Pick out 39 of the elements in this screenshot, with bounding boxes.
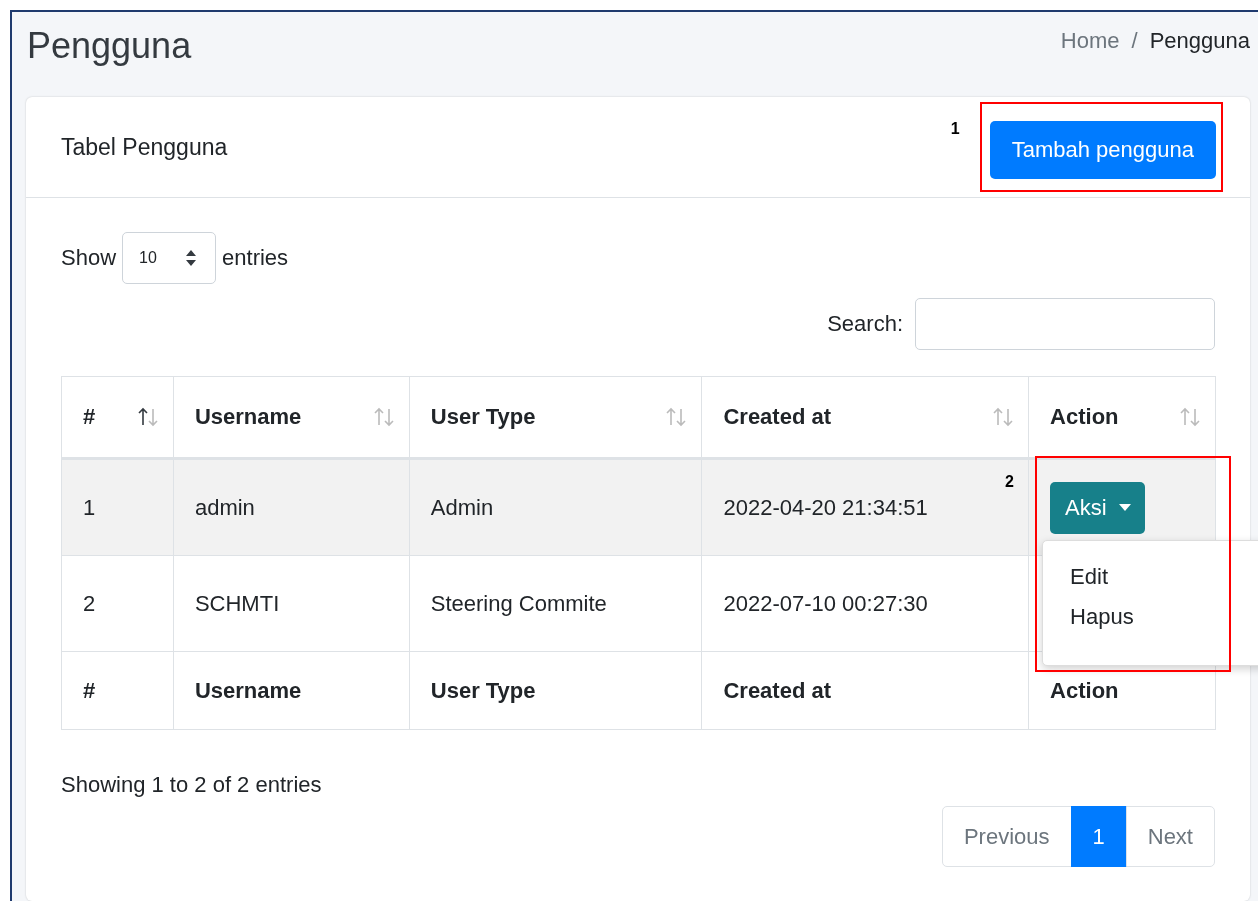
- column-header[interactable]: Action: [1050, 404, 1119, 430]
- column-header[interactable]: Username: [194, 404, 302, 430]
- entries-info: Showing 1 to 2 of 2 entries: [61, 772, 323, 798]
- column-header[interactable]: User Type: [430, 404, 536, 430]
- entries-select[interactable]: 10: [122, 232, 217, 284]
- annotation-number: 1: [950, 120, 960, 138]
- show-label: Show: [61, 245, 117, 271]
- column-header[interactable]: #: [83, 404, 96, 430]
- entries-label: entries: [222, 245, 289, 271]
- table-cell: Admin: [430, 494, 494, 520]
- table-cell: SCHMTI: [194, 590, 280, 616]
- table-cell: admin: [194, 494, 255, 520]
- page-title: Pengguna: [27, 25, 192, 67]
- column-footer: Created at: [723, 677, 832, 703]
- column-footer: #: [83, 677, 96, 703]
- column-header[interactable]: Created at: [723, 404, 832, 430]
- action-dropdown-button[interactable]: Aksi: [1050, 481, 1145, 534]
- search-field[interactable]: [915, 298, 1215, 350]
- breadcrumb-item[interactable]: Home: [1060, 28, 1120, 54]
- table-cell: 2022-07-10 00:27:30: [723, 590, 928, 616]
- menu-item[interactable]: Hapus: [1043, 597, 1258, 637]
- breadcrumb-item: Pengguna: [1149, 28, 1250, 54]
- updown-icon: [185, 249, 198, 267]
- column-footer: Username: [194, 677, 302, 703]
- column-footer: Action: [1050, 677, 1119, 703]
- card-title: Tabel Pengguna: [61, 133, 228, 161]
- table-cell: 1: [83, 494, 96, 520]
- table-cell: 2022-04-20 21:34:51: [723, 494, 928, 520]
- menu-item[interactable]: Edit: [1043, 557, 1258, 597]
- search-label: Search:: [827, 311, 903, 337]
- table-cell: 2: [83, 590, 96, 616]
- caret-icon: [1118, 504, 1131, 511]
- table-cell: Steering Commite: [430, 590, 607, 616]
- add-user-button[interactable]: Tambah pengguna: [989, 121, 1216, 179]
- column-footer: User Type: [430, 677, 536, 703]
- annotation-number: 2: [1005, 473, 1014, 491]
- sort-icon[interactable]: [136, 407, 159, 427]
- page-link[interactable]: 1: [1070, 806, 1127, 867]
- breadcrumb-separator: /: [1131, 28, 1138, 54]
